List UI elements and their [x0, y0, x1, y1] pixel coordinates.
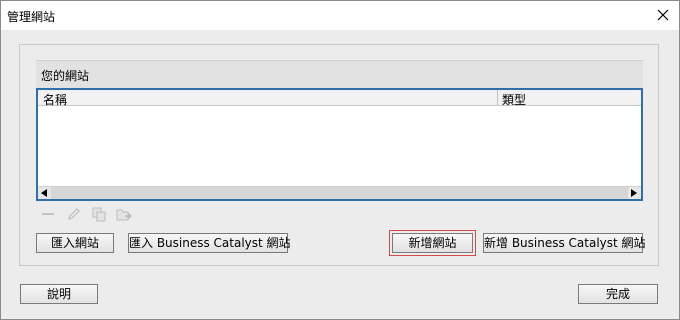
- duplicate-site-button[interactable]: [91, 206, 107, 222]
- title-bar: 管理網站: [1, 1, 679, 30]
- your-sites-header: 您的網站: [36, 60, 643, 88]
- table-header: 名稱 類型: [38, 90, 641, 108]
- remove-site-button[interactable]: [41, 206, 57, 222]
- column-header-type[interactable]: 類型: [502, 91, 526, 108]
- manage-sites-dialog: 管理網站 您的網站 名稱 類型 匯入網站 匯入 Business Catalys…: [0, 0, 680, 320]
- close-icon: [657, 9, 669, 21]
- triangle-right-icon: [631, 189, 637, 197]
- horizontal-scrollbar[interactable]: [38, 186, 641, 199]
- sites-table[interactable]: 名稱 類型: [36, 88, 643, 201]
- done-button[interactable]: 完成: [578, 284, 658, 304]
- help-button[interactable]: 說明: [20, 284, 98, 304]
- scroll-track[interactable]: [51, 187, 628, 199]
- scroll-left-button[interactable]: [38, 187, 51, 199]
- new-business-catalyst-button[interactable]: 新增 Business Catalyst 網站: [483, 233, 646, 253]
- import-business-catalyst-button[interactable]: 匯入 Business Catalyst 網站: [128, 233, 291, 253]
- edit-icon: [68, 208, 80, 220]
- duplicate-icon: [92, 207, 106, 222]
- your-sites-label: 您的網站: [41, 69, 90, 83]
- column-header-name[interactable]: 名稱: [43, 91, 67, 108]
- scroll-right-button[interactable]: [628, 187, 641, 199]
- close-button[interactable]: [651, 4, 675, 26]
- export-site-button[interactable]: [116, 206, 132, 222]
- window-title: 管理網站: [7, 10, 56, 24]
- column-divider[interactable]: [497, 90, 498, 106]
- triangle-left-icon: [41, 189, 47, 197]
- import-site-button[interactable]: 匯入網站: [36, 233, 114, 253]
- remove-icon: [42, 213, 54, 215]
- edit-site-button[interactable]: [66, 206, 82, 222]
- new-site-button[interactable]: 新增網站: [389, 230, 476, 256]
- export-icon: [116, 209, 132, 221]
